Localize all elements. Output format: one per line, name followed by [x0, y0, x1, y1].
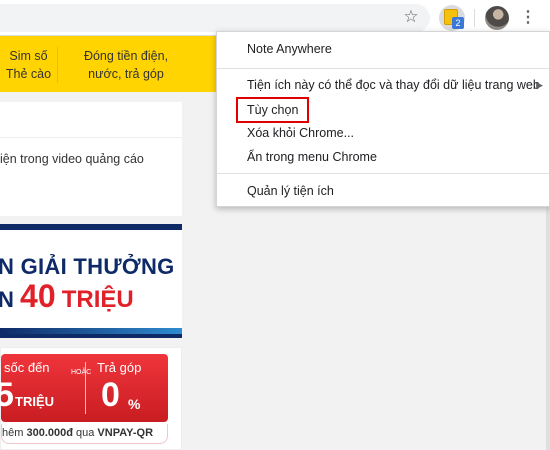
menu-separator [217, 173, 549, 174]
menu-separator [217, 68, 549, 69]
deal-right-number: 0 [101, 376, 120, 414]
prize-promo-banner[interactable]: N GIẢI THƯỞNG N 40 TRIỆU [0, 224, 182, 338]
promo-prefix: N [0, 287, 14, 312]
menu-item-hide-in-menu[interactable]: Ẩn trong menu Chrome [217, 145, 549, 169]
deal-left-number: 5 [0, 376, 14, 414]
menu-item-site-access[interactable]: Tiện ích này có thể đọc và thay đổi dữ l… [217, 73, 549, 97]
scrollbar[interactable] [546, 207, 550, 450]
submenu-arrow-icon: ▶ [536, 80, 543, 90]
address-bar[interactable] [0, 4, 430, 32]
nav-sim-the-cao[interactable]: Sim số Thẻ cào [0, 47, 58, 83]
menu-item-manage-extensions[interactable]: Quản lý tiện ích [217, 179, 549, 203]
promo-unit: TRIỆU [61, 286, 134, 313]
deal-divider [85, 362, 86, 414]
deal-footer-brand: VNPAY-QR [97, 427, 154, 439]
deal-right-unit: % [128, 396, 141, 412]
deal-right-title: Trả góp [97, 360, 142, 375]
deal-left-title: sốc đến [4, 360, 50, 375]
content-card-video: iện trong video quảng cáo [0, 138, 182, 216]
note-anywhere-extension-button[interactable]: 2 [439, 5, 465, 31]
more-vertical-icon[interactable]: ⋮ [518, 7, 538, 29]
deal-or-label: HOẶC [71, 369, 92, 376]
deal-red-panel: sốc đến 5 TRIỆU HOẶC Trả góp 0 % [0, 354, 168, 422]
bookmark-star-icon[interactable]: ☆ [401, 7, 421, 27]
extension-context-menu: Note Anywhere Tiện ích này có thể đọc và… [216, 31, 550, 207]
profile-avatar[interactable] [485, 6, 509, 30]
promo-amount: 40 [20, 278, 56, 314]
nav-sim-line2: Thẻ cào [5, 67, 52, 81]
deal-footer: hêm 300.000đ qua VNPAY-QR [1, 424, 168, 444]
options-highlight-box [236, 97, 309, 123]
video-ad-text[interactable]: iện trong video quảng cáo [0, 152, 144, 166]
nav-pay-line1: Đóng tiền điện, [83, 49, 169, 63]
content-card-top [0, 102, 182, 138]
nav-pay-line2: nước, trả góp [88, 67, 164, 81]
menu-item-remove-from-chrome[interactable]: Xóa khỏi Chrome... [217, 121, 549, 145]
deal-footer-amount: 300.000đ [26, 427, 73, 439]
deal-footer-mid: qua [72, 427, 98, 439]
extension-badge: 2 [452, 17, 464, 29]
vnpay-deal-banner[interactable]: sốc đến 5 TRIỆU HOẶC Trả góp 0 % hêm 300… [0, 347, 182, 450]
toolbar-divider [474, 9, 475, 27]
promo-prize-line: N 40 TRIỆU [0, 278, 134, 315]
promo-headline: N GIẢI THƯỞNG [0, 254, 175, 279]
menu-item-extension-name[interactable]: Note Anywhere [217, 37, 549, 61]
nav-pay-bills[interactable]: Đóng tiền điện, nước, trả góp [62, 47, 190, 83]
nav-sim-line1: Sim số [9, 49, 48, 63]
menu-item-site-access-label: Tiện ích này có thể đọc và thay đổi dữ l… [247, 78, 540, 92]
deal-footer-prefix: hêm [2, 427, 27, 439]
deal-left-unit: TRIỆU [15, 394, 54, 409]
